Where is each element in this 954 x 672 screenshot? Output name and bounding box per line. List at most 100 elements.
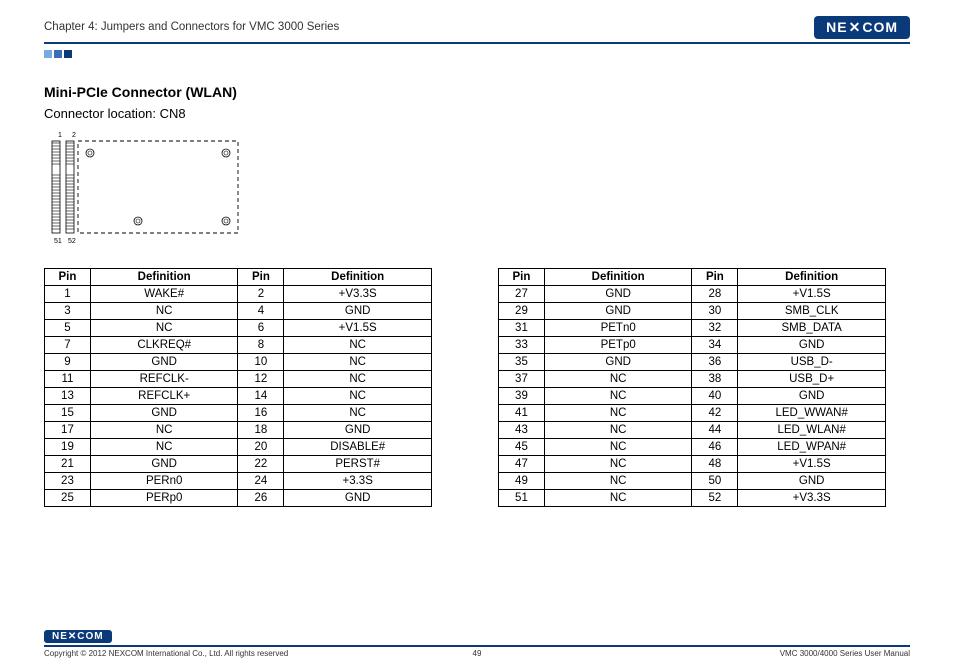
table-row: 25PERp026GND: [45, 490, 432, 507]
pin-cell: 8: [238, 337, 284, 354]
footer-logo: NE✕COM: [44, 630, 112, 643]
definition-cell: NC: [90, 439, 238, 456]
chapter-title: Chapter 4: Jumpers and Connectors for VM…: [44, 21, 339, 33]
pin-cell: 52: [692, 490, 738, 507]
pin-cell: 27: [499, 286, 545, 303]
th-pin: Pin: [45, 269, 91, 286]
table-row: 35GND36USB_D-: [499, 354, 886, 371]
pin-cell: 20: [238, 439, 284, 456]
pin-cell: 50: [692, 473, 738, 490]
definition-cell: LED_WWAN#: [738, 405, 886, 422]
pin-cell: 49: [499, 473, 545, 490]
definition-cell: LED_WLAN#: [738, 422, 886, 439]
pin-cell: 22: [238, 456, 284, 473]
pin-cell: 47: [499, 456, 545, 473]
pin-label-1: 1: [58, 132, 62, 139]
pin-cell: 16: [238, 405, 284, 422]
definition-cell: NC: [544, 405, 692, 422]
pin-cell: 23: [45, 473, 91, 490]
pin-cell: 28: [692, 286, 738, 303]
pin-cell: 26: [238, 490, 284, 507]
pin-cell: 1: [45, 286, 91, 303]
definition-cell: GND: [284, 303, 432, 320]
pin-cell: 13: [45, 388, 91, 405]
definition-cell: LED_WPAN#: [738, 439, 886, 456]
definition-cell: GND: [544, 286, 692, 303]
decorative-squares: [44, 50, 910, 58]
pin-cell: 30: [692, 303, 738, 320]
table-row: 47NC48+V1.5S: [499, 456, 886, 473]
connector-diagram: 1 2: [44, 129, 910, 254]
pin-cell: 6: [238, 320, 284, 337]
pin-cell: 36: [692, 354, 738, 371]
pin-cell: 43: [499, 422, 545, 439]
pin-cell: 45: [499, 439, 545, 456]
table-row: 39NC40GND: [499, 388, 886, 405]
table-row: 23PERn024+3.3S: [45, 473, 432, 490]
definition-cell: GND: [90, 456, 238, 473]
footer-page-number: 49: [473, 649, 482, 658]
table-row: 5NC6+V1.5S: [45, 320, 432, 337]
table-row: 13REFCLK+14NC: [45, 388, 432, 405]
pin-cell: 48: [692, 456, 738, 473]
definition-cell: GND: [738, 473, 886, 490]
pin-cell: 40: [692, 388, 738, 405]
nexcom-logo: NE✕COM: [814, 16, 910, 39]
definition-cell: NC: [90, 303, 238, 320]
th-pin: Pin: [238, 269, 284, 286]
table-row: 17NC18GND: [45, 422, 432, 439]
definition-cell: PERn0: [90, 473, 238, 490]
definition-cell: NC: [544, 439, 692, 456]
table-row: 27GND28+V1.5S: [499, 286, 886, 303]
table-row: 43NC44LED_WLAN#: [499, 422, 886, 439]
pin-cell: 37: [499, 371, 545, 388]
definition-cell: +3.3S: [284, 473, 432, 490]
pin-cell: 41: [499, 405, 545, 422]
definition-cell: REFCLK-: [90, 371, 238, 388]
table-row: 49NC50GND: [499, 473, 886, 490]
table-row: 9GND10NC: [45, 354, 432, 371]
definition-cell: +V3.3S: [738, 490, 886, 507]
pin-label-2: 2: [72, 132, 76, 139]
definition-cell: GND: [90, 405, 238, 422]
table-row: 19NC20DISABLE#: [45, 439, 432, 456]
pin-cell: 25: [45, 490, 91, 507]
pin-cell: 9: [45, 354, 91, 371]
definition-cell: CLKREQ#: [90, 337, 238, 354]
definition-cell: NC: [544, 422, 692, 439]
pin-cell: 35: [499, 354, 545, 371]
definition-cell: GND: [738, 337, 886, 354]
definition-cell: NC: [544, 490, 692, 507]
pin-cell: 24: [238, 473, 284, 490]
pin-cell: 17: [45, 422, 91, 439]
table-row: 51NC52+V3.3S: [499, 490, 886, 507]
definition-cell: WAKE#: [90, 286, 238, 303]
pin-cell: 29: [499, 303, 545, 320]
pin-cell: 51: [499, 490, 545, 507]
definition-cell: GND: [90, 354, 238, 371]
pin-cell: 42: [692, 405, 738, 422]
pin-cell: 15: [45, 405, 91, 422]
definition-cell: REFCLK+: [90, 388, 238, 405]
table-row: 3NC4GND: [45, 303, 432, 320]
definition-cell: USB_D-: [738, 354, 886, 371]
pin-cell: 31: [499, 320, 545, 337]
table-row: 1WAKE#2+V3.3S: [45, 286, 432, 303]
pin-cell: 4: [238, 303, 284, 320]
th-pin: Pin: [499, 269, 545, 286]
th-def: Definition: [90, 269, 238, 286]
table-row: 37NC38USB_D+: [499, 371, 886, 388]
pin-cell: 3: [45, 303, 91, 320]
pin-cell: 2: [238, 286, 284, 303]
table-row: 41NC42LED_WWAN#: [499, 405, 886, 422]
th-pin: Pin: [692, 269, 738, 286]
pin-cell: 5: [45, 320, 91, 337]
definition-cell: +V1.5S: [738, 286, 886, 303]
definition-cell: USB_D+: [738, 371, 886, 388]
footer-copyright: Copyright © 2012 NEXCOM International Co…: [44, 649, 288, 658]
th-def: Definition: [738, 269, 886, 286]
definition-cell: PETn0: [544, 320, 692, 337]
definition-cell: +V1.5S: [738, 456, 886, 473]
pin-cell: 19: [45, 439, 91, 456]
pin-label-51: 51: [54, 238, 62, 245]
